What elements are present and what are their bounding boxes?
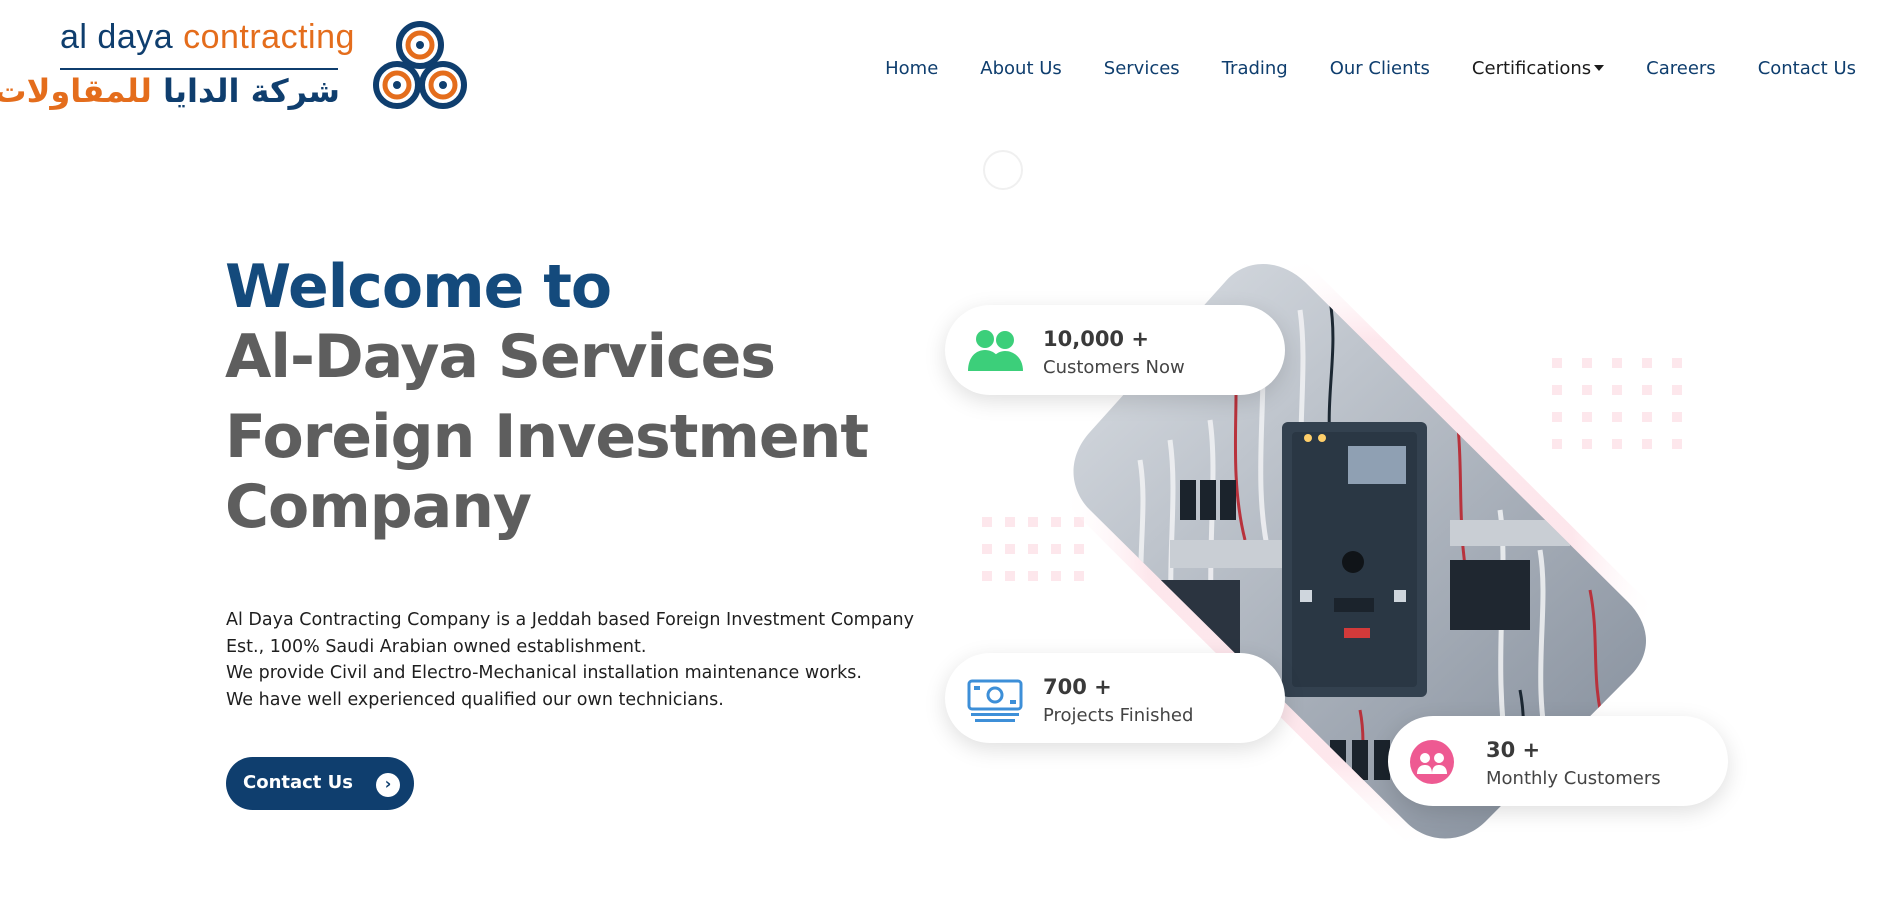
- logo-word-contracting: contracting: [183, 18, 355, 56]
- stat-card-projects: 700 + Projects Finished: [945, 653, 1285, 743]
- hero-heading-line-3: Foreign Investment: [225, 402, 869, 472]
- hero-heading-line-2: Al-Daya Services: [225, 322, 776, 392]
- logo-rings-icon: [373, 21, 467, 109]
- hero-heading-line-4: Company: [225, 472, 532, 542]
- stat-card-monthly-customers: 30 + Monthly Customers: [1388, 716, 1728, 806]
- stat-card-customers: 10,000 + Customers Now: [945, 305, 1285, 395]
- contact-us-button-label: Contact Us: [243, 772, 354, 793]
- logo-word-al-daya: al daya: [60, 18, 174, 56]
- nav-about-us[interactable]: About Us: [980, 58, 1062, 79]
- hero-description-line: We provide Civil and Electro-Mechanical …: [226, 663, 862, 683]
- nav-services[interactable]: Services: [1104, 58, 1180, 79]
- hero-description-line: Al Daya Contracting Company is a Jeddah …: [226, 610, 914, 630]
- hero-description: Al Daya Contracting Company is a Jeddah …: [226, 607, 914, 713]
- stat-label: Monthly Customers: [1486, 768, 1661, 789]
- caret-down-icon: [1594, 65, 1605, 71]
- logo-arabic-word-1: شركة الدايا: [163, 72, 340, 110]
- main-nav: Home About Us Services Trading Our Clien…: [843, 58, 1856, 79]
- stat-value: 700 +: [1043, 675, 1112, 699]
- nav-our-clients[interactable]: Our Clients: [1330, 58, 1430, 79]
- stat-label: Customers Now: [1043, 357, 1185, 378]
- users-icon: [968, 330, 1023, 371]
- logo-arabic-word-2: للمقاولات: [0, 72, 152, 110]
- stat-value: 30 +: [1486, 738, 1541, 762]
- company-logo[interactable]: al daya contracting شركة الدايا للمقاولا…: [0, 18, 478, 118]
- nav-careers[interactable]: Careers: [1646, 58, 1716, 79]
- banknote-icon: [967, 679, 1023, 722]
- logo-english-text: al daya contracting: [60, 18, 355, 57]
- chevron-right-icon: ›: [376, 773, 400, 797]
- user-group-icon: [1410, 740, 1454, 784]
- logo-divider: [60, 68, 338, 70]
- nav-trading[interactable]: Trading: [1222, 58, 1288, 79]
- hero-description-line: Est., 100% Saudi Arabian owned establish…: [226, 636, 647, 657]
- stat-value: 10,000 +: [1043, 327, 1149, 351]
- logo-arabic-text: شركة الدايا للمقاولات: [0, 72, 340, 110]
- hero-heading-line-1: Welcome to: [225, 252, 612, 322]
- contact-us-button[interactable]: Contact Us ›: [226, 757, 414, 810]
- hero-description-line: We have well experienced qualified our o…: [226, 689, 724, 710]
- nav-contact-us[interactable]: Contact Us: [1758, 58, 1856, 79]
- decorative-circle: [983, 150, 1023, 190]
- nav-certifications-label: Certifications: [1471, 58, 1592, 79]
- nav-home[interactable]: Home: [885, 58, 938, 79]
- stat-label: Projects Finished: [1043, 705, 1194, 726]
- hero-heading: Welcome to Al-Daya Services Foreign Inve…: [225, 252, 869, 542]
- nav-certifications-dropdown[interactable]: Certifications: [1471, 58, 1605, 79]
